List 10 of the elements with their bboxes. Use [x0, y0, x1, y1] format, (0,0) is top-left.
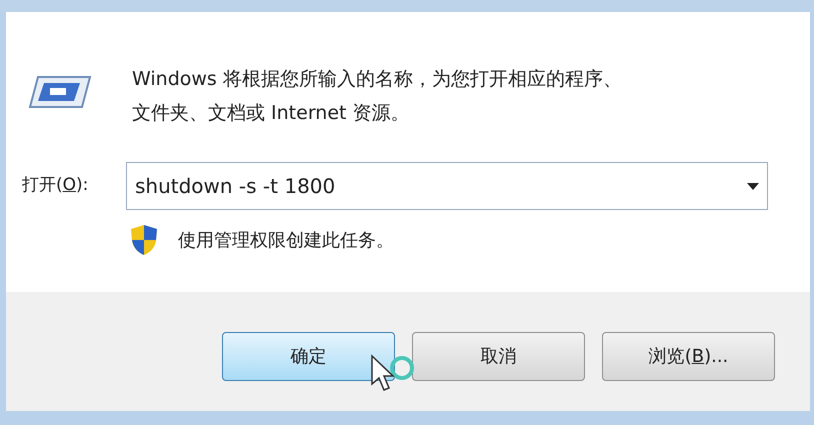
dropdown-caret-icon — [747, 182, 759, 190]
open-label: 打开(O): — [22, 174, 90, 198]
dialog-button[interactable]: 浏览(B)... — [602, 332, 775, 381]
shield-icon — [130, 224, 158, 256]
description-text: Windows 将根据您所输入的名称，为您打开相应的程序、 文件夹、文档或 Internet 资源。 — [132, 67, 622, 126]
dialog-button[interactable]: 确定 — [222, 332, 395, 381]
admin-note: 使用管理权限创建此任务。 — [178, 228, 394, 252]
dialog-button[interactable]: 取消 — [412, 332, 585, 381]
command-combobox[interactable]: shutdown -s -t 1800 — [126, 162, 768, 210]
run-program-icon — [28, 74, 92, 110]
